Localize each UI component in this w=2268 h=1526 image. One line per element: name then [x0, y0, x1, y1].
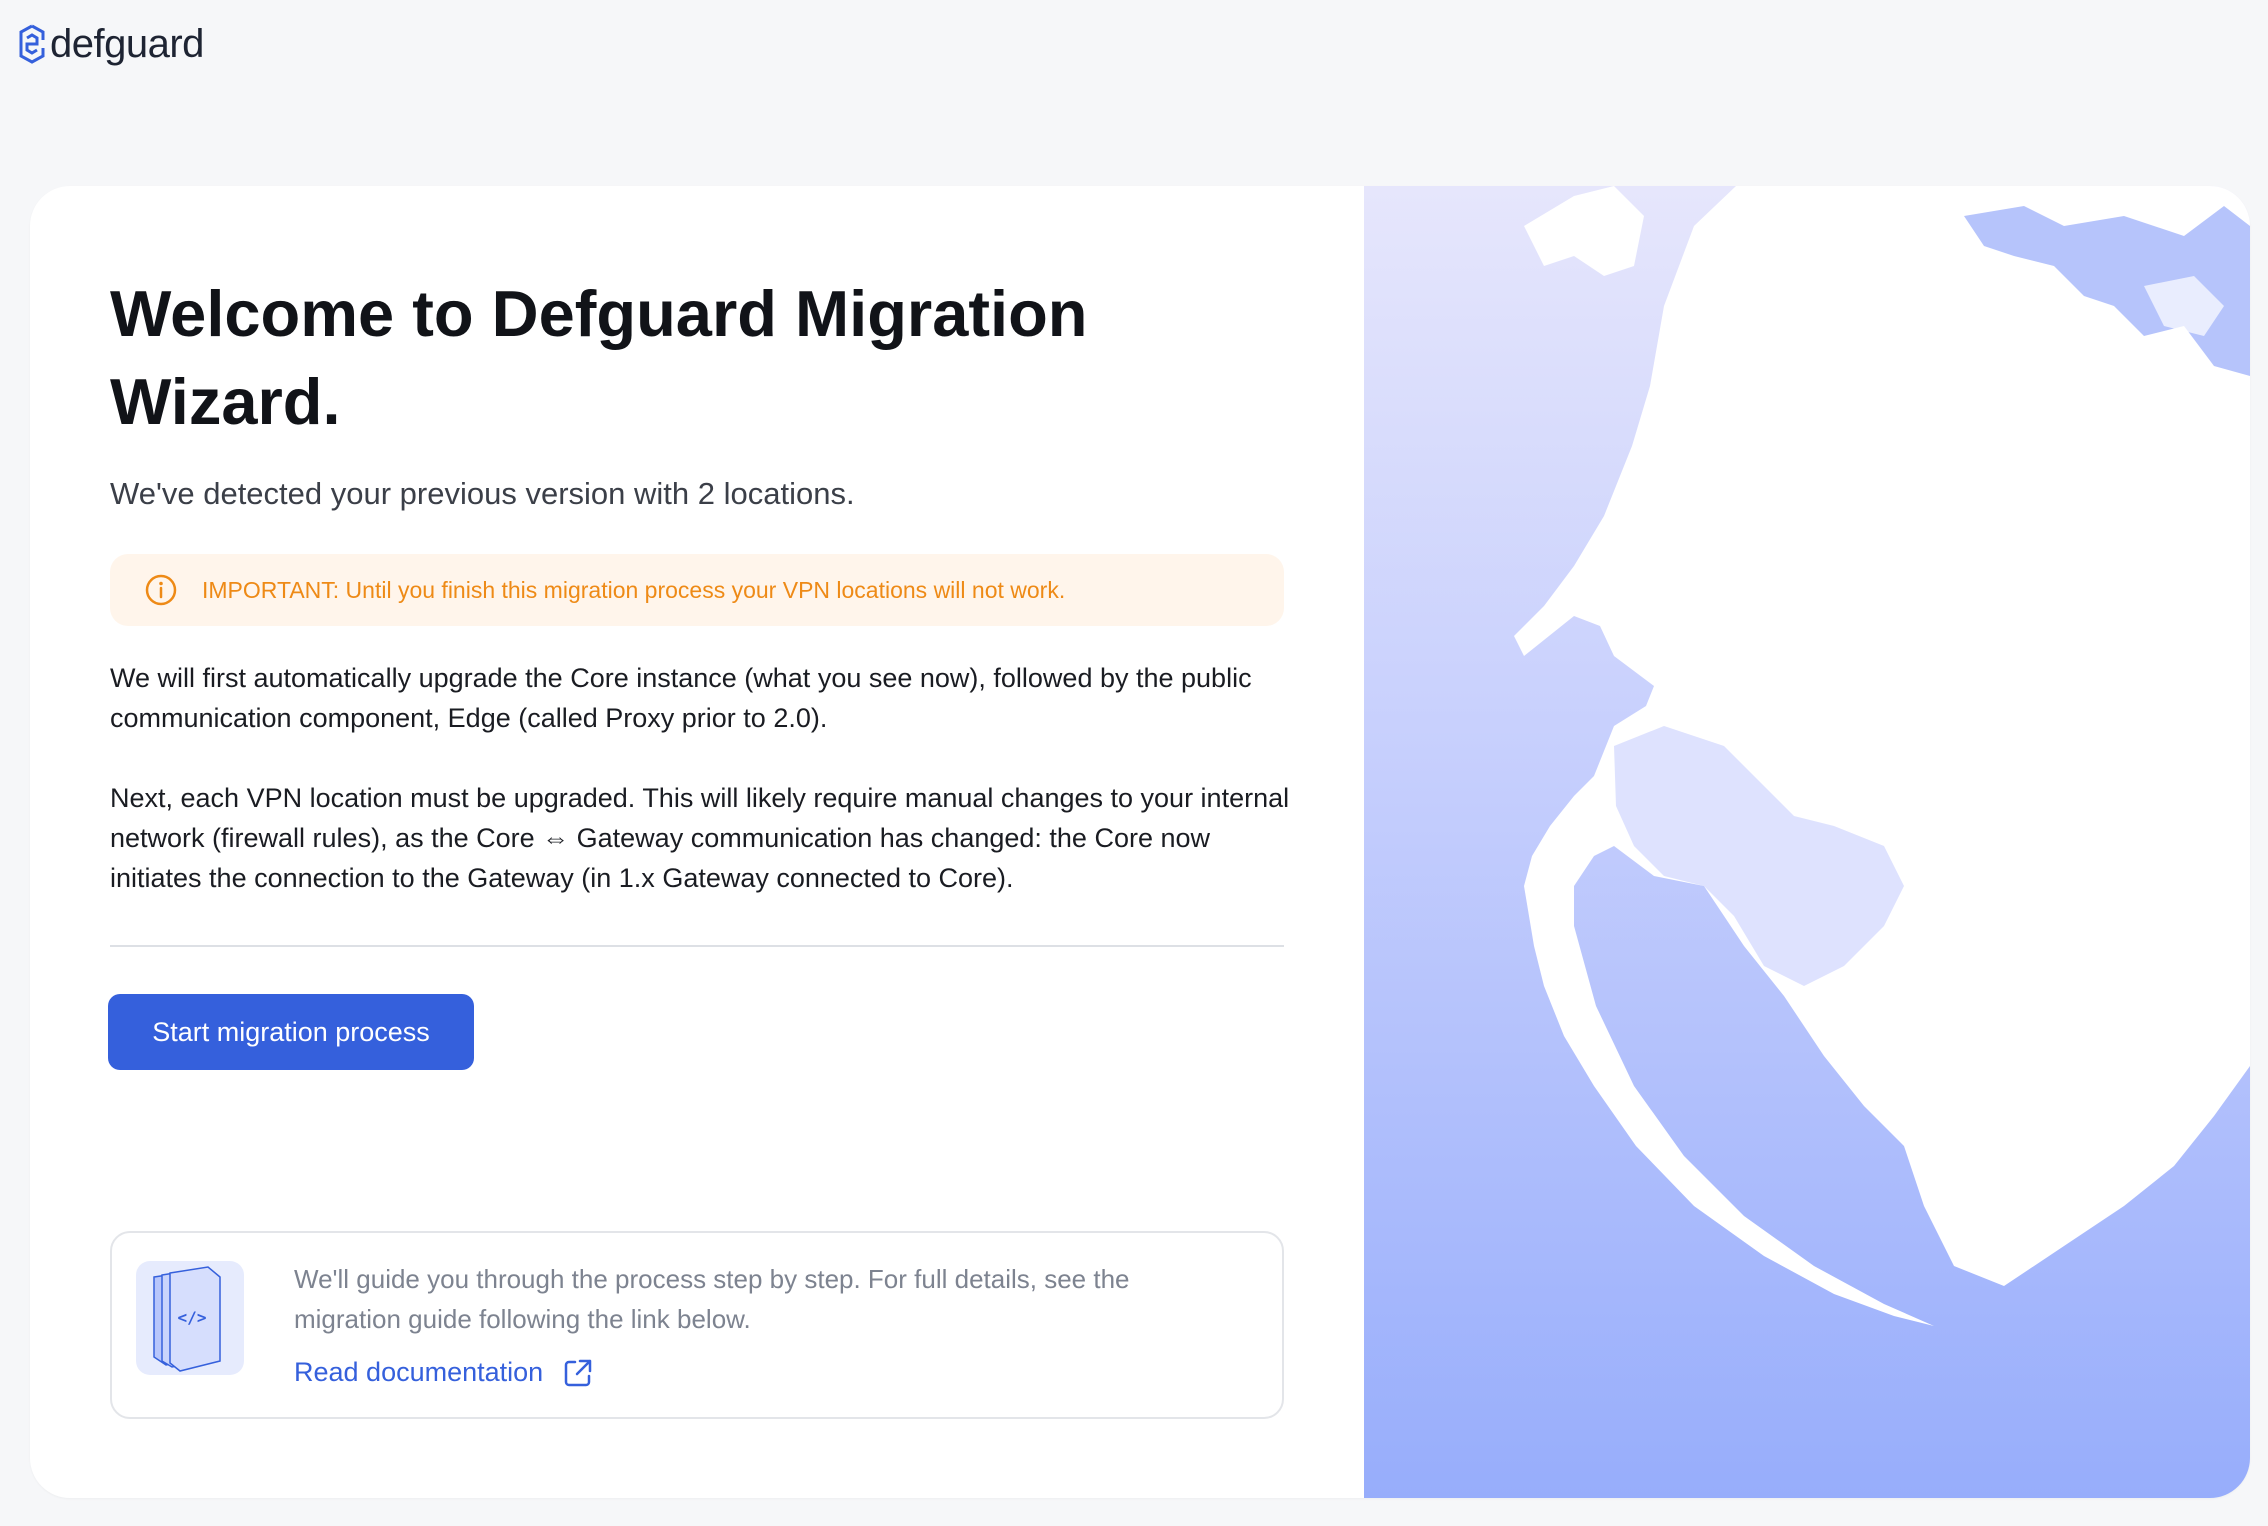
alert-text: IMPORTANT: Until you finish this migrati… — [202, 576, 1066, 603]
start-migration-button[interactable]: Start migration process — [108, 994, 474, 1070]
info-circle-icon — [145, 574, 177, 606]
brand-name: defguard — [50, 21, 204, 66]
divider — [110, 945, 1284, 947]
wizard-content: Welcome to Defguard Migration Wizard. We… — [30, 186, 1364, 1498]
defguard-logo-icon — [19, 24, 45, 64]
globe-illustration — [1364, 186, 2250, 1498]
world-map-icon — [1514, 186, 2250, 1326]
guide-text: We'll guide you through the process step… — [294, 1264, 1130, 1334]
documentation-card: </> We'll guide you through the process … — [110, 1231, 1284, 1419]
external-link-icon — [564, 1359, 592, 1386]
detected-versions-text: We've detected your previous version wit… — [110, 476, 855, 511]
upgrade-description: We will first automatically upgrade the … — [110, 663, 1252, 733]
svg-text:</>: </> — [178, 1308, 207, 1327]
code-document-icon: </> — [136, 1261, 244, 1375]
read-documentation-link[interactable]: Read documentation — [294, 1357, 593, 1388]
location-upgrade-description: Next, each VPN location must be upgraded… — [110, 783, 1290, 893]
important-alert: IMPORTANT: Until you finish this migrati… — [110, 554, 1284, 626]
wizard-card: Welcome to Defguard Migration Wizard. We… — [30, 186, 2250, 1498]
page-title: Welcome to Defguard Migration Wizard. — [110, 277, 1088, 438]
app-header: defguard — [18, 18, 204, 70]
read-documentation-label: Read documentation — [294, 1357, 544, 1387]
